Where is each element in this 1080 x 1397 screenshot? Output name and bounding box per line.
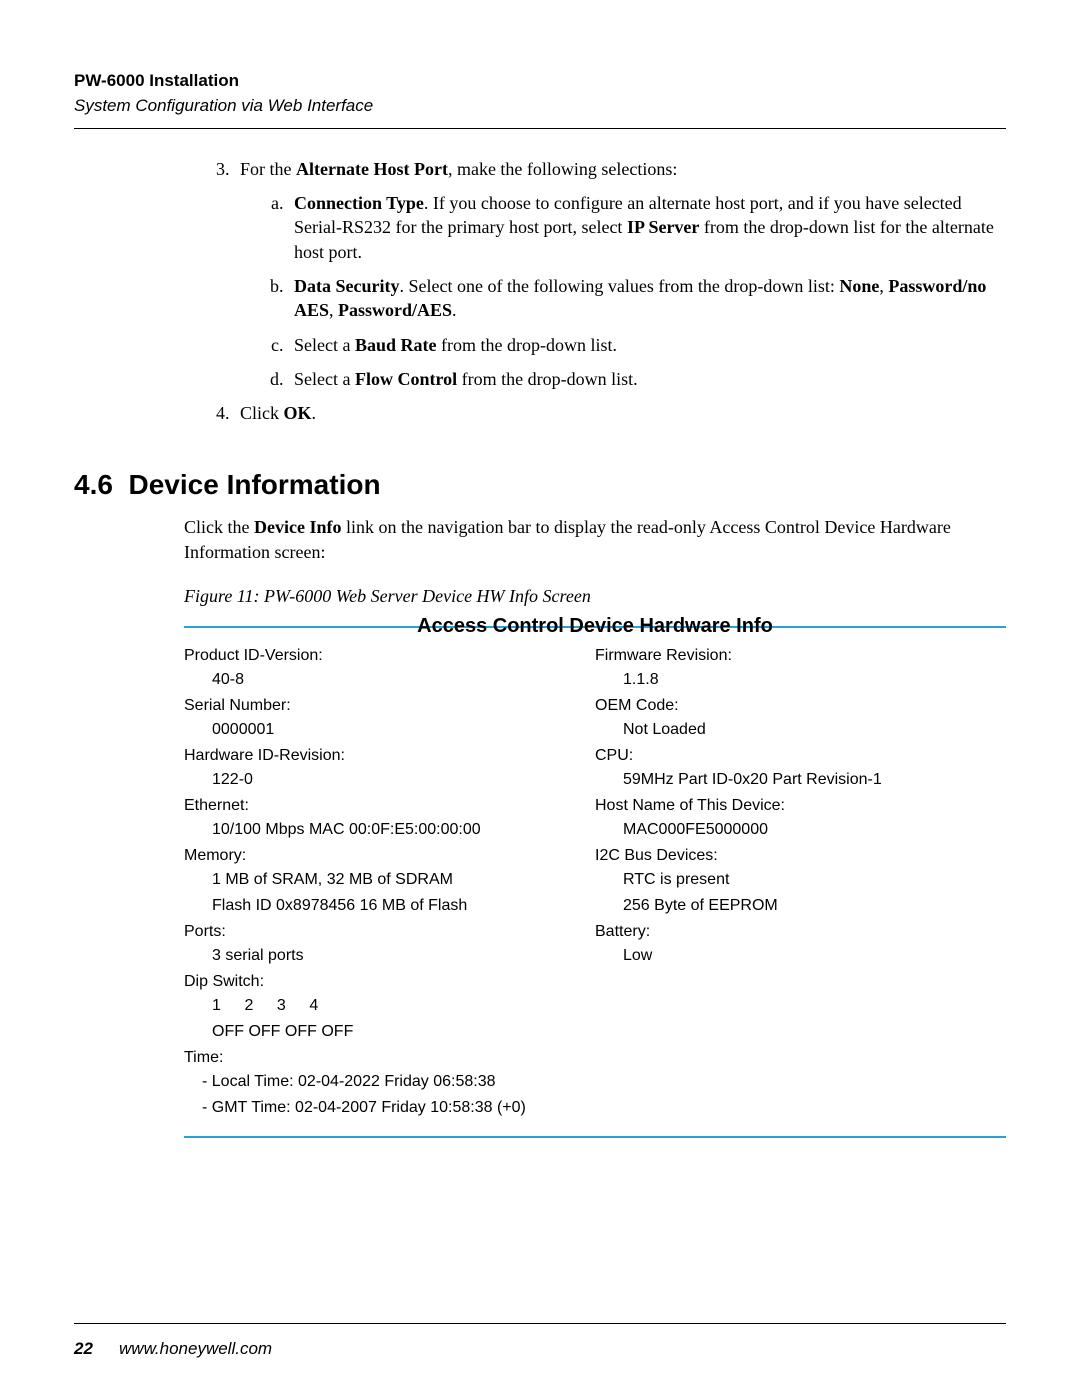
panel-right-column: Firmware Revision: 1.1.8 OEM Code: Not L… (595, 644, 1006, 1122)
panel-title: Access Control Device Hardware Info (184, 616, 1006, 636)
ethernet-label: Ethernet: (184, 794, 595, 818)
b-end: . (452, 300, 457, 320)
dip-switch-numbers: 1 2 3 4 (212, 994, 595, 1018)
step-3: For the Alternate Host Port, make the fo… (234, 157, 1006, 391)
step3-lead-post: , make the following selections: (448, 159, 677, 179)
oem-value: Not Loaded (623, 718, 1006, 742)
section-title: Device Information (129, 469, 381, 500)
dip-switch-states: OFF OFF OFF OFF (212, 1020, 595, 1044)
d-post: from the drop-down list. (457, 369, 637, 389)
dip-state-4: OFF (321, 1020, 353, 1044)
dip-state-3: OFF (285, 1020, 317, 1044)
time-label: Time: (184, 1046, 595, 1070)
substeps-list: Connection Type. If you choose to config… (270, 191, 1006, 391)
memory-value-1: 1 MB of SRAM, 32 MB of SDRAM (212, 868, 595, 892)
step4-post: . (312, 403, 317, 423)
i2c-label: I2C Bus Devices: (595, 844, 1006, 868)
header-divider (74, 128, 1006, 129)
battery-label: Battery: (595, 920, 1006, 944)
document-page: PW-6000 Installation System Configuratio… (0, 0, 1080, 1397)
footer-site: www.honeywell.com (119, 1339, 272, 1358)
ethernet-value: 10/100 Mbps MAC 00:0F:E5:00:00:00 (212, 818, 595, 842)
dip-2: 2 (244, 994, 272, 1018)
b-text1: . Select one of the following values fro… (399, 276, 839, 296)
b-bold1: Data Security (294, 276, 399, 296)
panel-left-column: Product ID-Version: 40-8 Serial Number: … (184, 644, 595, 1122)
step-4: Click OK. (234, 401, 1006, 425)
product-id-value: 40-8 (212, 668, 595, 692)
hw-id-label: Hardware ID-Revision: (184, 744, 595, 768)
host-name-value: MAC000FE5000000 (623, 818, 1006, 842)
ports-label: Ports: (184, 920, 595, 944)
footer-divider (74, 1323, 1006, 1324)
firmware-label: Firmware Revision: (595, 644, 1006, 668)
dip-1: 1 (212, 994, 240, 1018)
panel-columns: Product ID-Version: 40-8 Serial Number: … (184, 644, 1006, 1122)
oem-label: OEM Code: (595, 694, 1006, 718)
dip-4: 4 (309, 994, 337, 1018)
page-footer: 22 www.honeywell.com (74, 1323, 1006, 1361)
cpu-value: 59MHz Part ID-0x20 Part Revision-1 (623, 768, 1006, 792)
section-heading: 4.6 Device Information (74, 466, 1006, 504)
b-bold2: None (839, 276, 879, 296)
ports-value: 3 serial ports (212, 944, 595, 968)
dip-state-1: OFF (212, 1020, 244, 1044)
serial-value: 0000001 (212, 718, 595, 742)
step3-lead-pre: For the (240, 159, 296, 179)
panel-title-wrap: Access Control Device Hardware Info (184, 628, 1006, 644)
desc-pre: Click the (184, 517, 254, 537)
serial-label: Serial Number: (184, 694, 595, 718)
substep-b: Data Security. Select one of the followi… (288, 274, 1006, 323)
figure-caption: Figure 11: PW-6000 Web Server Device HW … (184, 584, 1006, 608)
doc-title: PW-6000 Installation (74, 70, 1006, 93)
steps-list: For the Alternate Host Port, make the fo… (74, 157, 1006, 426)
page-header: PW-6000 Installation System Configuratio… (74, 70, 1006, 118)
a-bold2: IP Server (627, 217, 699, 237)
cpu-label: CPU: (595, 744, 1006, 768)
step4-pre: Click (240, 403, 284, 423)
dip-3: 3 (277, 994, 305, 1018)
substep-c: Select a Baud Rate from the drop-down li… (288, 333, 1006, 357)
section-number: 4.6 (74, 469, 113, 500)
c-pre: Select a (294, 335, 355, 355)
firmware-value: 1.1.8 (623, 668, 1006, 692)
battery-value: Low (623, 944, 1006, 968)
i2c-value-2: 256 Byte of EEPROM (623, 894, 1006, 918)
section-description: Click the Device Info link on the naviga… (184, 515, 1006, 564)
memory-label: Memory: (184, 844, 595, 868)
hw-id-value: 122-0 (212, 768, 595, 792)
step3-lead-bold: Alternate Host Port (296, 159, 448, 179)
c-bold: Baud Rate (355, 335, 437, 355)
substep-a: Connection Type. If you choose to config… (288, 191, 1006, 264)
b-bold4: Password/AES (338, 300, 452, 320)
substep-d: Select a Flow Control from the drop-down… (288, 367, 1006, 391)
dip-switch-label: Dip Switch: (184, 970, 595, 994)
i2c-value-1: RTC is present (623, 868, 1006, 892)
memory-value-2: Flash ID 0x8978456 16 MB of Flash (212, 894, 595, 918)
time-gmt: - GMT Time: 02-04-2007 Friday 10:58:38 (… (202, 1096, 595, 1120)
product-id-label: Product ID-Version: (184, 644, 595, 668)
page-number: 22 (74, 1338, 114, 1361)
c-post: from the drop-down list. (437, 335, 617, 355)
time-local: - Local Time: 02-04-2022 Friday 06:58:38 (202, 1070, 595, 1094)
hw-info-panel: Access Control Device Hardware Info Prod… (184, 626, 1006, 1138)
d-bold: Flow Control (355, 369, 457, 389)
dip-state-2: OFF (248, 1020, 280, 1044)
host-name-label: Host Name of This Device: (595, 794, 1006, 818)
a-bold1: Connection Type (294, 193, 424, 213)
step4-bold: OK (284, 403, 312, 423)
doc-subtitle: System Configuration via Web Interface (74, 95, 1006, 118)
desc-bold: Device Info (254, 517, 341, 537)
d-pre: Select a (294, 369, 355, 389)
b-sep2: , (329, 300, 338, 320)
